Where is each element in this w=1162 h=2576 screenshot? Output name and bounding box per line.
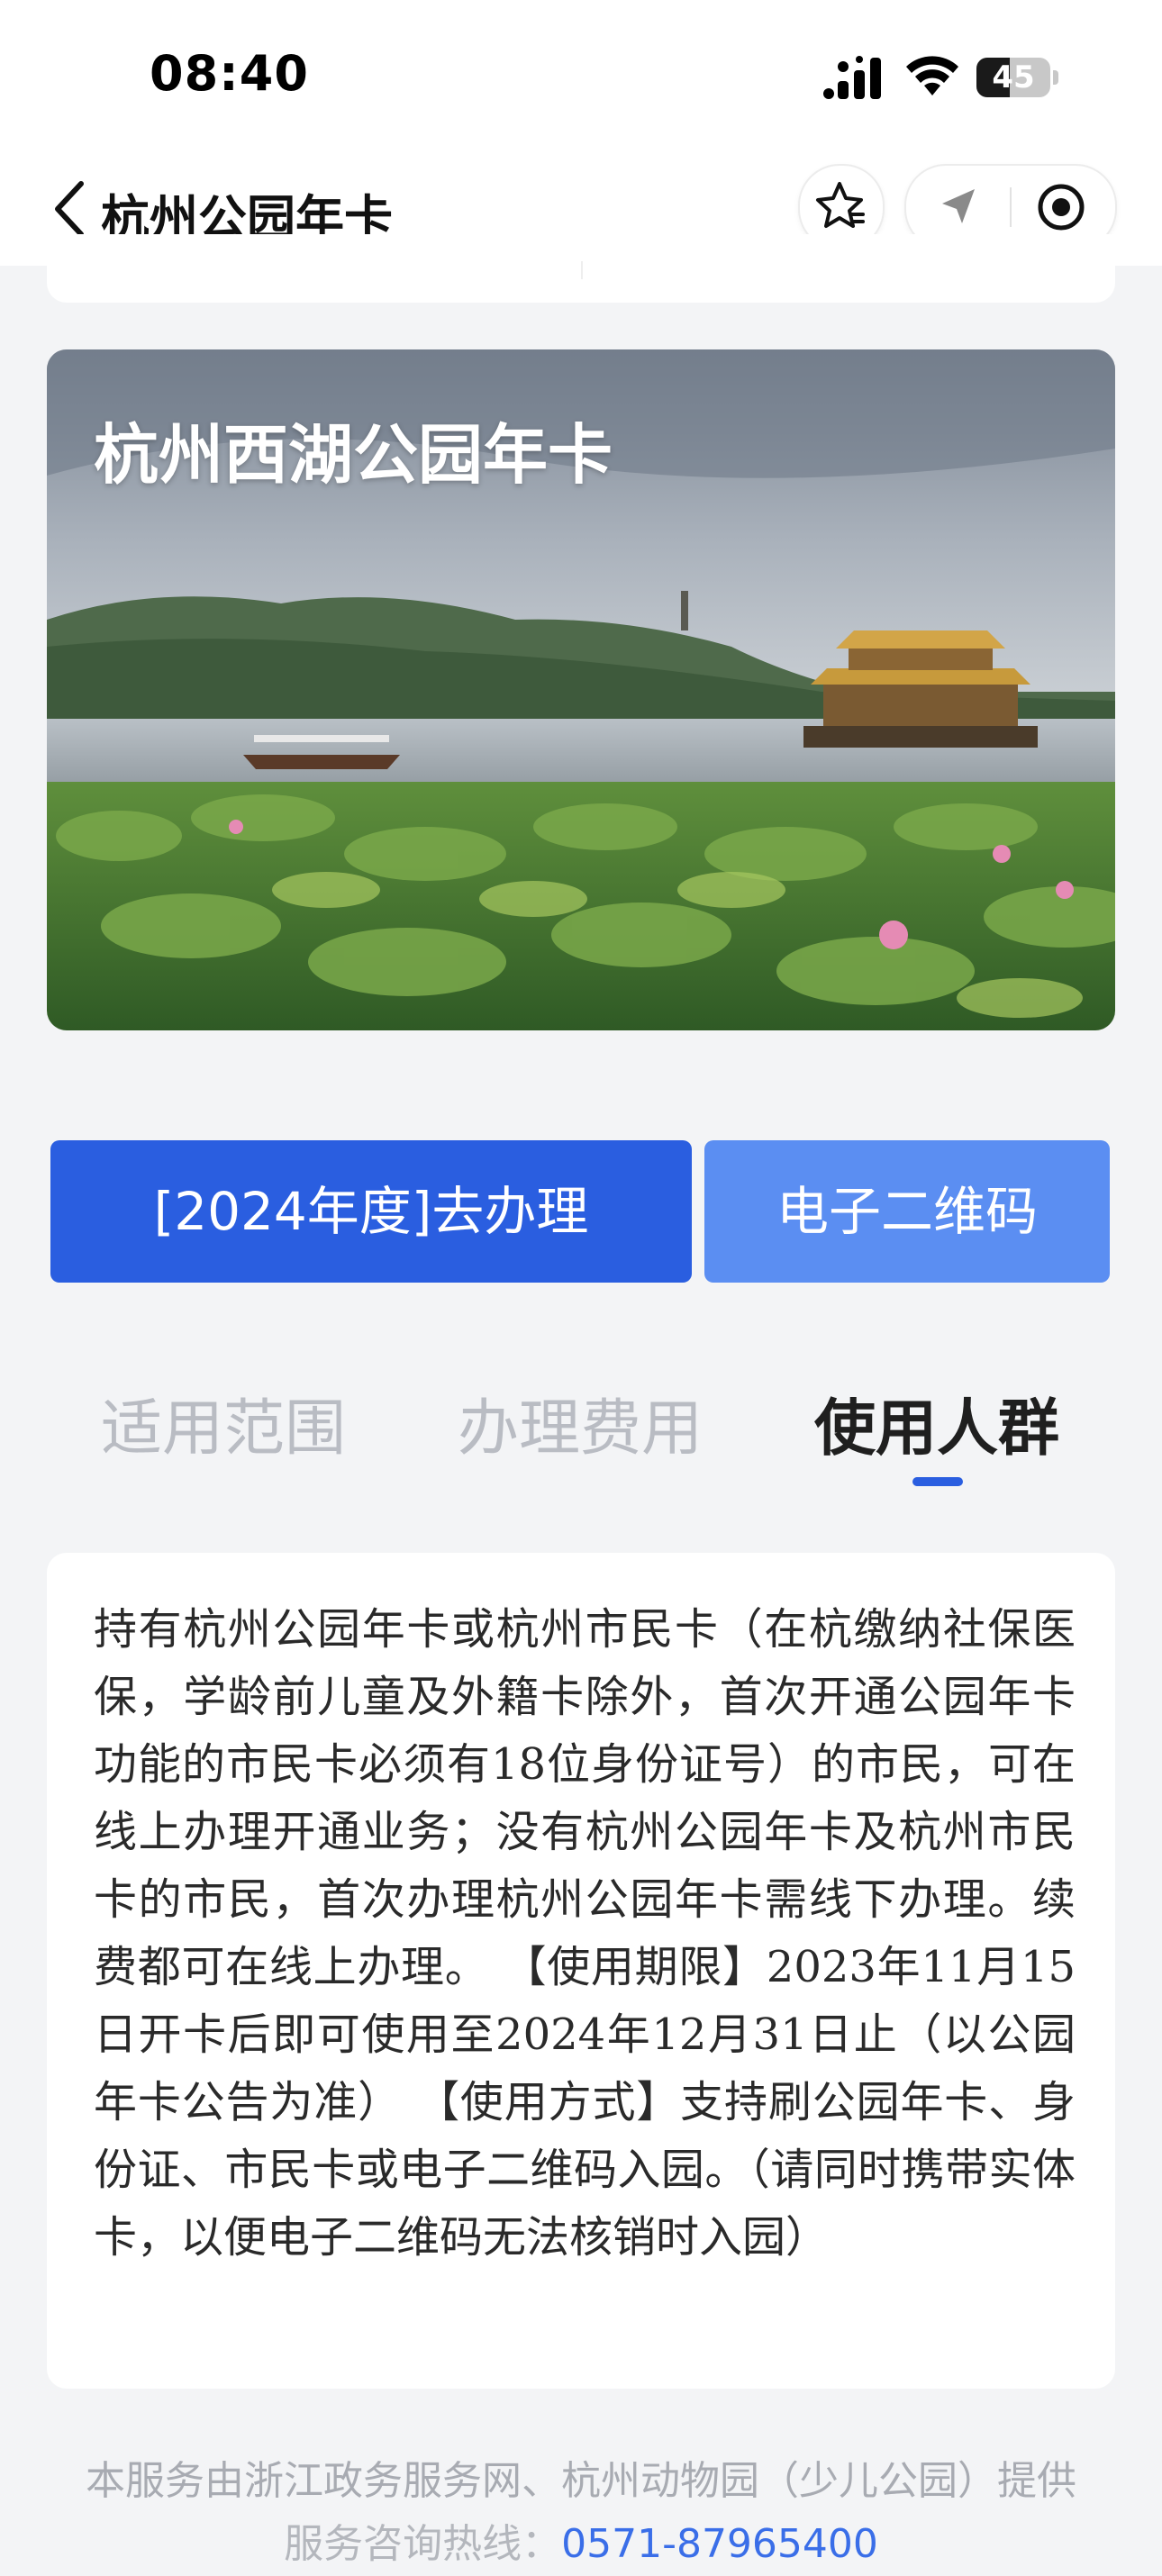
pavilion-boat bbox=[803, 630, 1038, 748]
tab-scope[interactable]: 适用范围 bbox=[101, 1378, 346, 1467]
battery-level: 45 bbox=[992, 59, 1035, 95]
wifi-icon bbox=[906, 56, 958, 95]
status-bar: 08:40 45 bbox=[0, 0, 1162, 153]
battery-tip bbox=[1053, 70, 1058, 85]
tab-eligible-users[interactable]: 使用人群 bbox=[814, 1378, 1059, 1467]
eligibility-text: 持有杭州公园年卡或杭州市民卡（在杭缴纳社保医保，学龄前儿童及外籍卡除外，首次开通… bbox=[94, 1604, 1076, 2263]
capsule-divider bbox=[1010, 187, 1012, 227]
cellular-signal-icon bbox=[823, 56, 881, 99]
card-divider bbox=[581, 261, 583, 279]
hotline-number[interactable]: 0571-87965400 bbox=[561, 2521, 878, 2567]
location-arrow-icon[interactable] bbox=[933, 182, 984, 232]
footer-hotline: 服务咨询热线：0571-87965400 bbox=[0, 2513, 1162, 2576]
previous-card bbox=[47, 234, 1115, 303]
footer-provider: 本服务由浙江政务服务网、杭州动物园（少儿公园）提供 bbox=[86, 2458, 1076, 2504]
banner-image: 杭州西湖公园年卡 bbox=[47, 349, 1115, 1030]
apply-button[interactable]: [2024年度]去办理 bbox=[50, 1140, 692, 1283]
banner-title: 杭州西湖公园年卡 bbox=[94, 417, 613, 493]
status-time: 08:40 bbox=[150, 45, 309, 102]
tab-fees[interactable]: 办理费用 bbox=[458, 1378, 703, 1467]
active-tab-indicator bbox=[912, 1477, 963, 1486]
record-circle-icon[interactable] bbox=[1036, 182, 1086, 232]
qrcode-button[interactable]: 电子二维码 bbox=[704, 1140, 1110, 1283]
footer: 本服务由浙江政务服务网、杭州动物园（少儿公园）提供 服务咨询热线：0571-87… bbox=[0, 2450, 1162, 2576]
content-card: 持有杭州公园年卡或杭州市民卡（在杭缴纳社保医保，学龄前儿童及外籍卡除外，首次开通… bbox=[47, 1553, 1115, 2389]
hotline-label: 服务咨询热线： bbox=[284, 2521, 562, 2567]
battery-body: 45 bbox=[976, 58, 1050, 97]
battery-icon: 45 bbox=[976, 58, 1059, 97]
